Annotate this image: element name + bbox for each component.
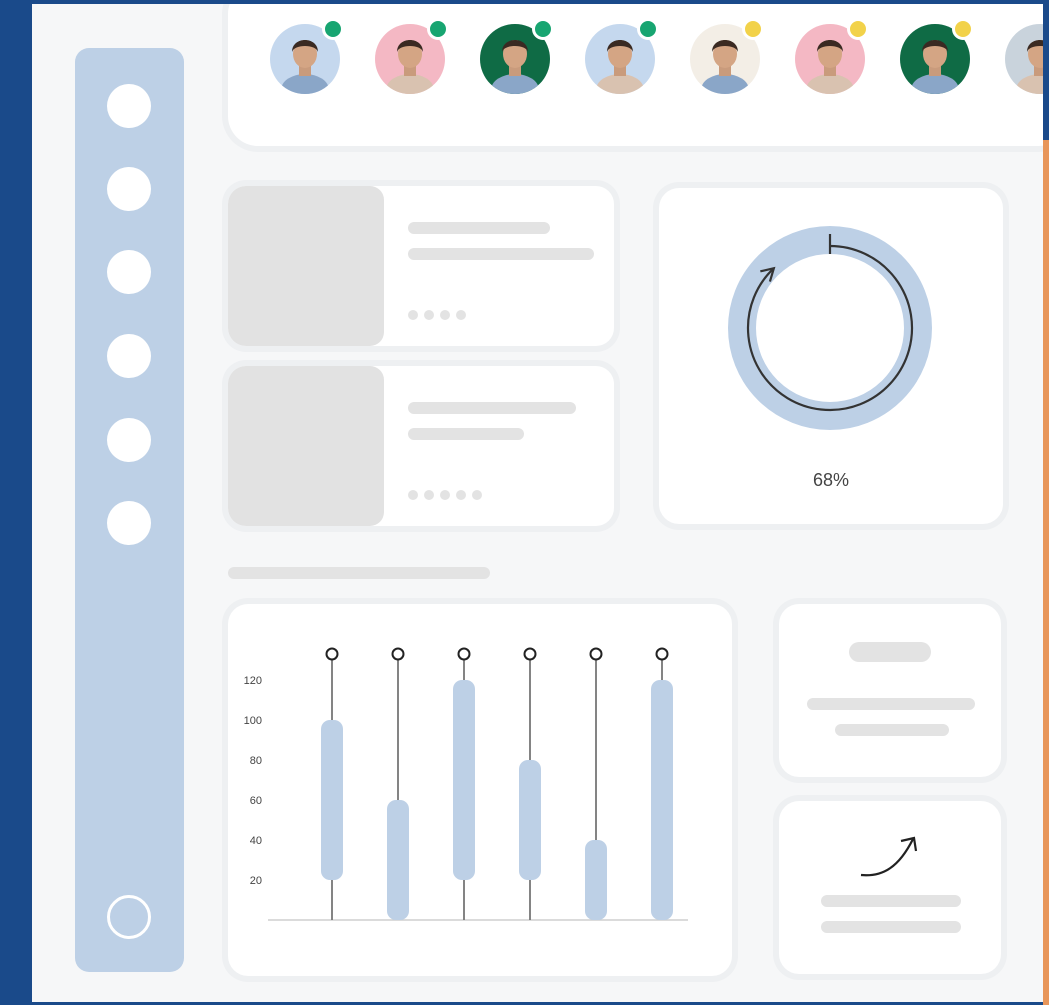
subtitle-placeholder xyxy=(408,428,524,440)
range-bar xyxy=(321,720,343,880)
range-handle-icon xyxy=(523,647,537,661)
rating-dots xyxy=(408,310,466,320)
nav-item-3-icon[interactable] xyxy=(107,250,151,294)
status-online-icon xyxy=(532,18,554,40)
list-card-2[interactable] xyxy=(228,366,614,526)
range-bar xyxy=(387,800,409,920)
team-avatar[interactable] xyxy=(900,18,974,94)
thumbnail-placeholder xyxy=(228,186,384,346)
subtitle-placeholder xyxy=(408,248,594,260)
status-online-icon xyxy=(427,18,449,40)
range-handle-icon xyxy=(589,647,603,661)
team-avatar[interactable] xyxy=(585,18,659,94)
y-tick-label: 100 xyxy=(244,715,262,727)
sidebar xyxy=(75,48,184,972)
trend-up-arrow-icon xyxy=(860,836,918,877)
y-tick-label: 80 xyxy=(250,755,262,767)
range-bar xyxy=(453,680,475,880)
progress-label: 68% xyxy=(812,470,850,490)
range-handle-icon xyxy=(457,647,471,661)
y-tick-label: 20 xyxy=(250,875,262,887)
nav-item-2-icon[interactable] xyxy=(107,167,151,211)
text-placeholder xyxy=(821,921,961,933)
team-avatar[interactable] xyxy=(795,18,869,94)
range-handle-icon xyxy=(325,647,339,661)
trend-card[interactable] xyxy=(779,801,1001,974)
team-avatar[interactable] xyxy=(270,18,344,94)
progress-card: 68% xyxy=(659,188,1003,524)
status-away-icon xyxy=(847,18,869,40)
range-handle-icon xyxy=(391,647,405,661)
status-away-icon xyxy=(952,18,974,40)
range-bar xyxy=(651,680,673,920)
person-avatar-icon xyxy=(1005,24,1043,94)
nav-item-1-icon[interactable] xyxy=(107,84,151,128)
badge-placeholder xyxy=(849,642,931,662)
list-card-1[interactable] xyxy=(228,186,614,346)
nav-item-6-icon[interactable] xyxy=(107,501,151,545)
range-chart: 20 40 60 80 100 120 xyxy=(244,647,688,921)
y-tick-label: 40 xyxy=(250,835,262,847)
title-placeholder xyxy=(408,222,550,234)
title-placeholder xyxy=(408,402,576,414)
range-bar xyxy=(519,760,541,880)
team-avatar[interactable] xyxy=(375,18,449,94)
thumbnail-placeholder xyxy=(228,366,384,526)
team-avatar[interactable] xyxy=(690,18,764,94)
team-avatar[interactable] xyxy=(480,18,554,94)
team-avatar-bar xyxy=(228,4,1043,146)
status-online-icon xyxy=(322,18,344,40)
status-away-icon xyxy=(742,18,764,40)
range-bar xyxy=(585,840,607,920)
y-tick-label: 60 xyxy=(250,795,262,807)
status-online-icon xyxy=(637,18,659,40)
text-placeholder xyxy=(835,724,949,736)
chart-card: 20 40 60 80 100 120 xyxy=(228,604,732,976)
dashboard-canvas: 68% 20 40 60 80 100 120 xyxy=(32,4,1043,1002)
summary-card[interactable] xyxy=(779,604,1001,777)
range-handle-icon xyxy=(655,647,669,661)
progress-donut xyxy=(728,226,932,430)
edge-accent xyxy=(1043,140,1049,1005)
text-placeholder xyxy=(821,895,961,907)
text-placeholder xyxy=(807,698,975,710)
rating-dots xyxy=(408,490,482,500)
team-avatar[interactable] xyxy=(1005,24,1043,94)
nav-item-5-icon[interactable] xyxy=(107,418,151,462)
ring-icon[interactable] xyxy=(107,895,151,939)
section-heading-placeholder xyxy=(228,567,490,579)
nav-item-4-icon[interactable] xyxy=(107,334,151,378)
donut-ring xyxy=(728,226,932,430)
y-tick-label: 120 xyxy=(244,675,262,687)
